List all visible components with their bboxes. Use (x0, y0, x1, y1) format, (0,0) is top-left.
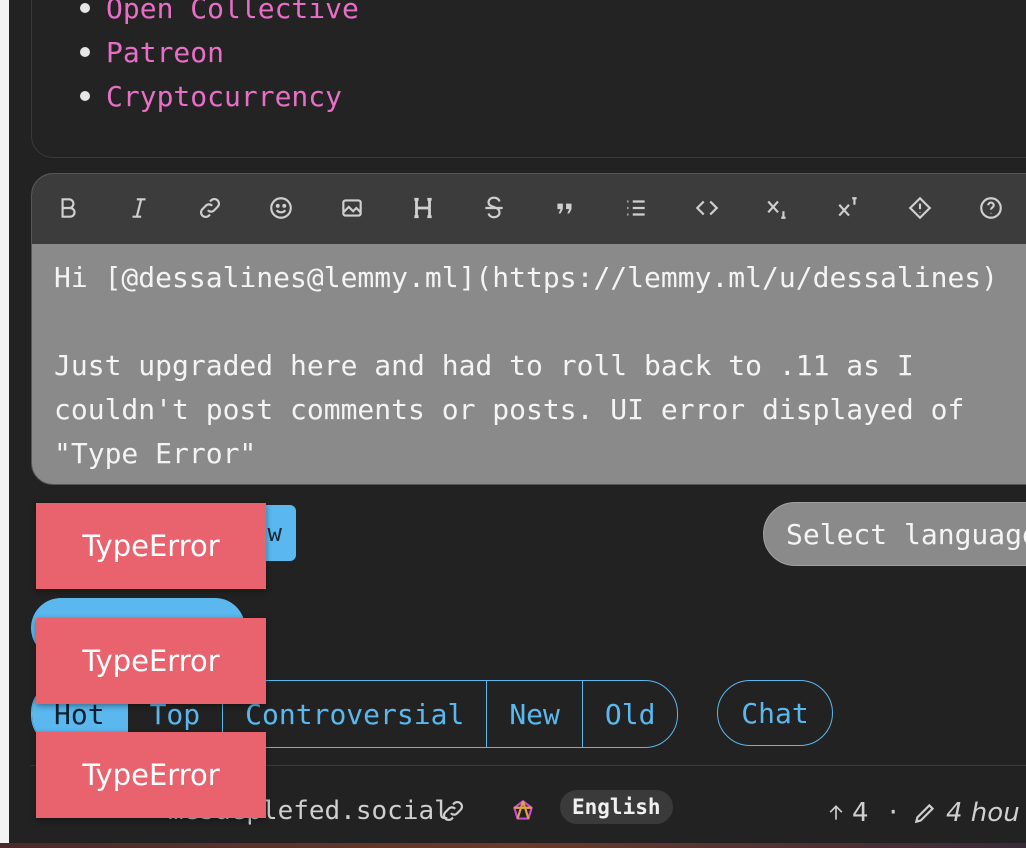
pencil-icon (914, 803, 935, 824)
link-icon[interactable] (192, 190, 228, 226)
comment-textarea[interactable]: Hi [@dessalines@lemmy.ml](https://lemmy.… (54, 256, 1026, 476)
superscript-icon[interactable] (831, 190, 867, 226)
chat-button[interactable]: Chat (717, 680, 833, 746)
donate-item[interactable]: Patreon (78, 30, 359, 74)
comment-editor: Hi [@dessalines@lemmy.ml](https://lemmy.… (31, 173, 1026, 485)
arrow-up-icon (829, 805, 843, 820)
emoji-icon[interactable] (263, 190, 299, 226)
donate-item[interactable]: Cryptocurrency (78, 74, 359, 118)
subscript-icon[interactable] (760, 190, 796, 226)
donate-link[interactable]: Open Collective (106, 0, 359, 25)
list-icon[interactable] (618, 190, 654, 226)
bottom-edge (0, 843, 1026, 848)
strikethrough-icon[interactable] (476, 190, 512, 226)
donate-link[interactable]: Cryptocurrency (106, 80, 342, 113)
quote-icon[interactable] (547, 190, 583, 226)
bullet-icon (80, 47, 90, 57)
fediverse-icon[interactable] (510, 798, 536, 828)
sort-old[interactable]: Old (583, 681, 678, 747)
language-select[interactable]: Select language (763, 502, 1026, 566)
header-icon[interactable] (405, 190, 441, 226)
bold-icon[interactable] (50, 190, 86, 226)
score-value: 4 (852, 798, 869, 828)
help-icon[interactable] (973, 190, 1009, 226)
edited-time: 4 hou (912, 798, 1020, 828)
error-toast[interactable]: TypeError (36, 618, 266, 704)
spoiler-icon[interactable] (902, 190, 938, 226)
score[interactable]: 4 (826, 798, 869, 828)
bullet-icon (80, 3, 90, 13)
time-value: 4 hou (946, 798, 1020, 828)
bullet-icon (80, 91, 90, 101)
error-toast[interactable]: TypeError (36, 503, 266, 589)
donate-list: Open Collective Patreon Cryptocurrency (78, 0, 359, 118)
left-edge (0, 0, 9, 848)
italic-icon[interactable] (121, 190, 157, 226)
donate-link[interactable]: Patreon (106, 36, 224, 69)
language-badge: English (560, 790, 673, 824)
donate-item[interactable]: Open Collective (78, 0, 359, 30)
separator: · (886, 798, 901, 826)
editor-toolbar (32, 174, 1026, 244)
preview-button-label: w (267, 519, 282, 547)
link-icon[interactable] (440, 798, 466, 828)
code-icon[interactable] (689, 190, 725, 226)
sort-new[interactable]: New (487, 681, 583, 747)
error-toast[interactable]: TypeError (36, 732, 266, 818)
image-icon[interactable] (334, 190, 370, 226)
